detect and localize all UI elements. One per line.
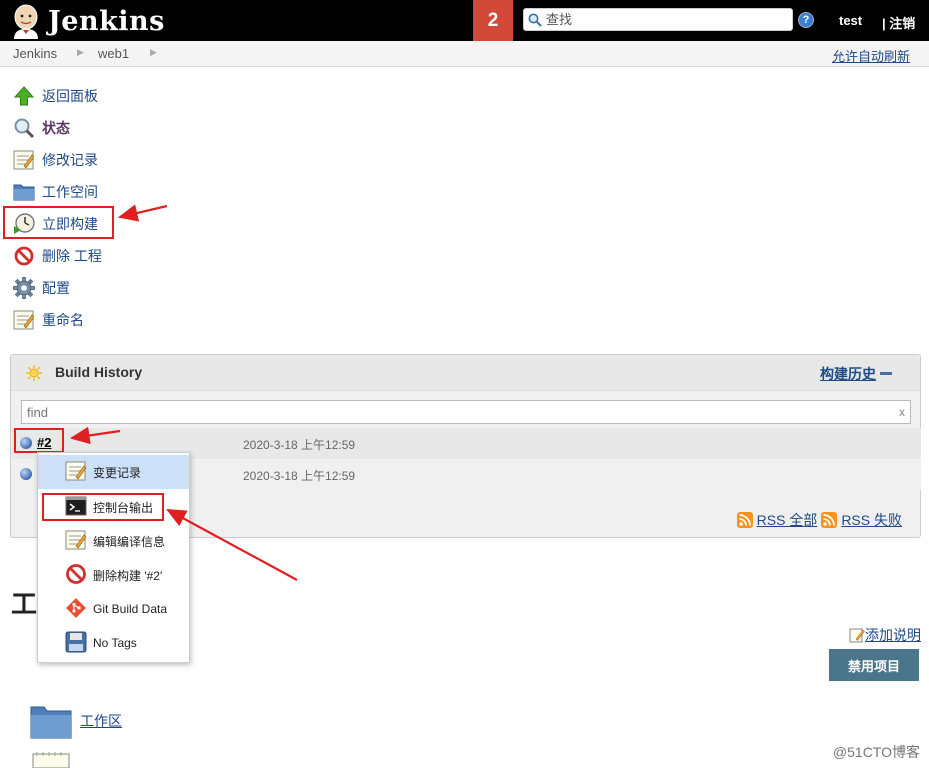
build-context-menu: 变更记录 控制台输出 编辑编译信息 删除构建 '#2' Git Build Da… (37, 452, 190, 663)
notepad-icon (13, 149, 35, 171)
menu-item-edit-build-info[interactable]: 编辑编译信息 (38, 524, 189, 558)
menu-item-git-build-data[interactable]: Git Build Data (38, 592, 189, 626)
app-title: Jenkins (48, 5, 165, 37)
breadcrumb-separator-icon[interactable]: ▶ (77, 47, 84, 58)
notepad-icon (32, 752, 72, 768)
task-label: 修改记录 (42, 152, 98, 168)
git-icon (65, 597, 87, 622)
gear-icon (13, 277, 35, 299)
enable-autorefresh-link[interactable]: 允许自动刷新 (832, 46, 910, 65)
annotation-highlight-box (14, 428, 64, 453)
menu-item-no-tags[interactable]: No Tags (38, 626, 189, 660)
workspace-link[interactable]: 工作区 (30, 703, 122, 739)
page-heading-fragment: 工 (11, 589, 38, 619)
rss-all-link[interactable]: RSS 全部 (757, 510, 818, 530)
task-label: 状态 (42, 120, 70, 136)
task-back-to-dashboard[interactable]: 返回面板 (13, 84, 98, 108)
task-delete-project[interactable]: 删除 工程 (13, 244, 102, 268)
disable-project-button[interactable]: 禁用项目 (829, 649, 919, 681)
build-history-title: Build History (55, 364, 143, 380)
breadcrumb: Jenkins ▶ web1 ▶ 允许自动刷新 (0, 41, 929, 67)
build-filter-box: x (21, 400, 911, 424)
watermark: @51CTO博客 (832, 744, 920, 760)
collapse-icon[interactable] (880, 372, 892, 375)
breadcrumb-jenkins[interactable]: Jenkins (13, 46, 57, 61)
jenkins-logo[interactable]: Jenkins (10, 2, 165, 40)
notepad-icon (65, 460, 87, 485)
notification-badge[interactable]: 2 (473, 0, 513, 41)
no-entry-icon (13, 245, 35, 267)
menu-item-label: 编辑编译信息 (93, 534, 166, 549)
task-status[interactable]: 状态 (13, 116, 70, 140)
search-input[interactable] (546, 12, 776, 27)
edit-icon (849, 628, 865, 643)
search-icon (13, 117, 35, 139)
notepad-icon (65, 529, 87, 554)
build-history-header: Build History 构建历史 (11, 355, 920, 391)
breadcrumb-separator-icon[interactable]: ▶ (150, 47, 157, 58)
menu-item-label: 删除构建 '#2' (93, 568, 163, 583)
jenkins-butler-icon (14, 4, 38, 39)
clear-filter-icon[interactable]: x (899, 405, 905, 419)
task-workspace[interactable]: 工作空间 (13, 180, 98, 204)
folder-icon (30, 706, 72, 739)
notepad-icon (13, 309, 35, 331)
build-trend-link[interactable]: 构建历史 (820, 364, 876, 384)
task-label: 配置 (42, 280, 70, 296)
task-label: 重命名 (42, 312, 84, 328)
task-label: 删除 工程 (42, 248, 102, 264)
menu-item-delete-build[interactable]: 删除构建 '#2' (38, 558, 189, 592)
build-date[interactable]: 2020-3-18 上午12:59 (243, 436, 355, 453)
blue-ball-status-icon (20, 468, 32, 480)
help-icon[interactable]: ? (798, 12, 814, 28)
build-filter-input[interactable] (22, 401, 882, 423)
search-icon (528, 13, 542, 27)
rss-icon (821, 512, 838, 528)
search-box (523, 8, 793, 31)
task-label: 返回面板 (42, 88, 98, 104)
rss-icon (736, 512, 753, 528)
task-changes[interactable]: 修改记录 (13, 148, 98, 172)
rss-links: RSS 全部 RSS 失败 (736, 510, 906, 530)
rss-failed-link[interactable]: RSS 失败 (841, 510, 902, 530)
logout-link[interactable]: | 注销 (882, 13, 915, 32)
annotation-highlight-box (42, 493, 164, 521)
folder-icon (13, 181, 35, 203)
annotation-arrow (117, 204, 168, 222)
add-description-link[interactable]: 添加说明 (849, 625, 921, 645)
up-arrow-icon (13, 85, 35, 107)
header-bar: Jenkins 2 ? test | 注销 (0, 0, 929, 41)
sun-weather-icon (26, 365, 42, 381)
workspace-link-label: 工作区 (80, 713, 122, 729)
menu-item-changes[interactable]: 变更记录 (38, 455, 189, 489)
annotation-highlight-box (3, 206, 114, 239)
menu-item-label: No Tags (93, 636, 137, 650)
menu-item-label: 变更记录 (93, 465, 142, 480)
no-entry-icon (65, 563, 87, 588)
build-date[interactable]: 2020-3-18 上午12:59 (243, 467, 355, 484)
breadcrumb-web1[interactable]: web1 (98, 46, 129, 61)
task-label: 工作空间 (42, 184, 98, 200)
task-rename[interactable]: 重命名 (13, 308, 84, 332)
menu-item-label: Git Build Data (93, 602, 168, 616)
user-link[interactable]: test (839, 13, 862, 28)
add-description-label: 添加说明 (865, 627, 921, 643)
save-icon (65, 631, 87, 656)
task-configure[interactable]: 配置 (13, 276, 70, 300)
